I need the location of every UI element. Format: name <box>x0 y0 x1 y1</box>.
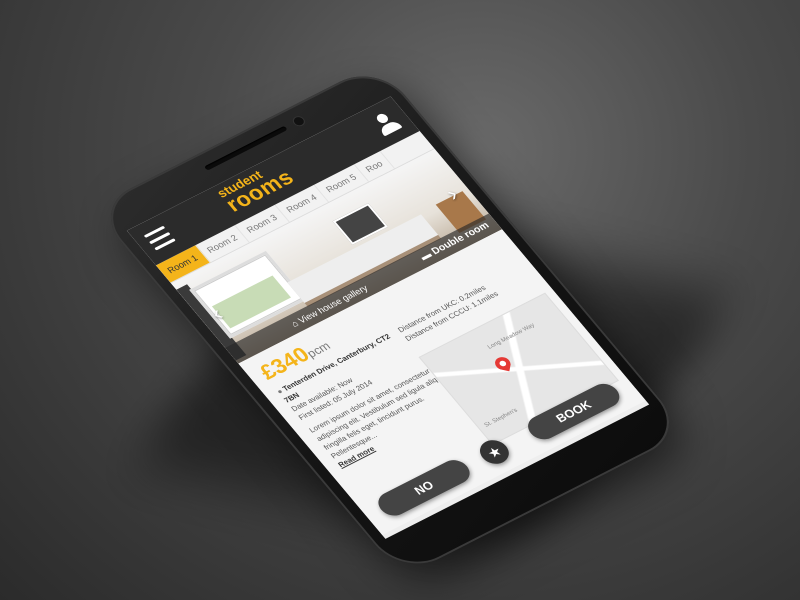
front-camera <box>291 115 306 127</box>
map-road-label: Long Meadow Way <box>486 322 537 351</box>
no-button[interactable]: NO <box>372 455 476 520</box>
map-marker-icon[interactable] <box>494 355 512 372</box>
user-profile-icon[interactable] <box>369 110 403 137</box>
hamburger-menu-icon[interactable] <box>143 225 177 252</box>
favorite-star-icon[interactable]: ★ <box>474 435 515 469</box>
